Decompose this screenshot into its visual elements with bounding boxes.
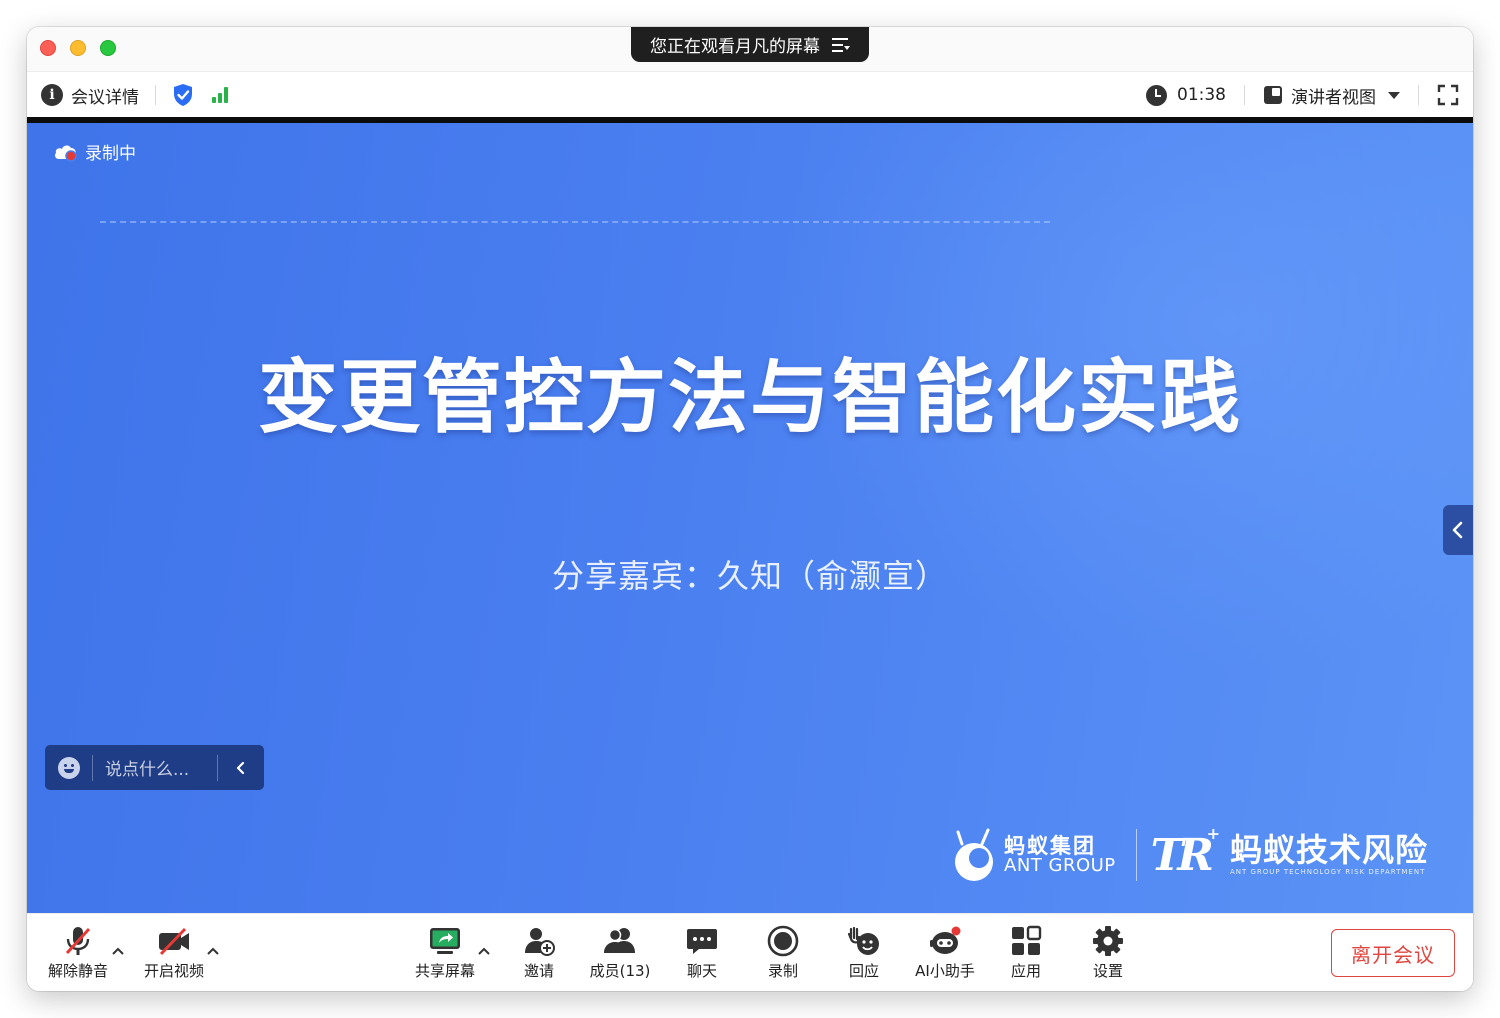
ai-assistant-button[interactable]: AI小助手	[911, 914, 979, 991]
members-label: 成员(13)	[589, 962, 651, 980]
chat-label: 聊天	[686, 962, 717, 980]
recording-label: 录制中	[85, 144, 136, 164]
emoji-icon[interactable]	[58, 756, 80, 779]
shared-screen-area: 录制中 变更管控方法与智能化实践 分享嘉宾：久知（俞灏宣） 说点什么... 蚂蚁…	[27, 117, 1473, 913]
react-button[interactable]: 回应	[839, 914, 889, 991]
close-window-button[interactable]	[40, 40, 56, 56]
recording-indicator[interactable]: 录制中	[53, 139, 136, 164]
unmute-label: 解除静音	[47, 962, 108, 980]
record-button[interactable]: 录制	[758, 914, 808, 991]
meeting-toolbar: 解除静音 开启视频 共享屏幕 邀请 成员(13) 聊天 录制 回应 AI小助手 …	[27, 913, 1473, 991]
invite-label: 邀请	[523, 962, 554, 980]
quick-chat-input[interactable]: 说点什么...	[45, 745, 264, 790]
settings-label: 设置	[1092, 962, 1123, 980]
share-screen-button[interactable]: 共享屏幕	[410, 914, 480, 991]
signal-strength-icon[interactable]	[212, 87, 228, 103]
viewing-share-banner[interactable]: 您正在观看月凡的屏幕	[631, 27, 869, 62]
share-screen-icon	[430, 928, 460, 954]
tech-risk-en-label: ANT GROUP TECHNOLOGY RISK DEPARTMENT	[1229, 867, 1426, 876]
divider	[155, 85, 156, 105]
layout-icon	[1264, 86, 1282, 104]
gear-icon	[1093, 926, 1123, 956]
chevron-down-icon	[1388, 91, 1400, 99]
unmute-button[interactable]: 解除静音	[45, 914, 111, 991]
share-banner-text: 您正在观看月凡的屏幕	[650, 37, 820, 57]
ai-assistant-label: AI小助手	[915, 962, 975, 980]
slide-logos: 蚂蚁集团 ANT GROUP TR + 蚂蚁技术风险 ANT GROUP TECH…	[952, 823, 1428, 887]
view-mode-dropdown[interactable]: 演讲者视图	[1263, 83, 1400, 108]
ai-robot-icon	[930, 926, 961, 954]
decorative-dashed-line	[100, 221, 1050, 223]
meeting-details-link[interactable]: 会议详情	[71, 83, 139, 108]
apps-button[interactable]: 应用	[1001, 914, 1051, 991]
meeting-timer: 01:38	[1177, 85, 1226, 105]
chevron-up-icon[interactable]	[477, 944, 491, 958]
start-video-label: 开启视频	[143, 962, 204, 980]
side-panel-toggle[interactable]	[1443, 505, 1473, 555]
members-button[interactable]: 成员(13)	[587, 914, 653, 991]
react-label: 回应	[848, 962, 879, 980]
chat-button[interactable]: 聊天	[677, 914, 727, 991]
zoom-window-button[interactable]	[100, 40, 116, 56]
view-mode-label: 演讲者视图	[1291, 87, 1376, 108]
tr-logo: TR +	[1150, 823, 1220, 881]
meeting-window: 您正在观看月凡的屏幕 i 会议详情 01:38 演讲者视图 录制中 变更管控方法…	[27, 27, 1473, 991]
leave-meeting-button[interactable]: 离开会议	[1331, 929, 1455, 977]
wave-hand-icon	[847, 926, 879, 955]
share-screen-label: 共享屏幕	[414, 962, 475, 980]
invite-button[interactable]: 邀请	[513, 914, 565, 991]
chevron-left-icon	[1452, 521, 1463, 539]
cloud-recording-icon	[55, 144, 77, 162]
slide-title: 变更管控方法与智能化实践	[258, 351, 1242, 444]
chevron-up-icon[interactable]	[206, 944, 220, 958]
fullscreen-icon[interactable]	[1437, 84, 1459, 106]
settings-button[interactable]: 设置	[1083, 914, 1133, 991]
divider	[1418, 85, 1419, 105]
chat-bubble-icon	[687, 929, 717, 954]
ant-group-logo-icon	[955, 828, 993, 881]
chat-placeholder[interactable]: 说点什么...	[105, 755, 205, 780]
record-label: 录制	[767, 962, 798, 980]
presentation-slide: 录制中 变更管控方法与智能化实践 分享嘉宾：久知（俞灏宣） 说点什么... 蚂蚁…	[27, 123, 1473, 913]
info-icon[interactable]: i	[41, 84, 63, 106]
add-user-icon	[525, 928, 555, 956]
start-video-button[interactable]: 开启视频	[141, 914, 207, 991]
clock-icon	[1146, 84, 1167, 106]
microphone-muted-icon	[65, 927, 91, 955]
chevron-up-icon[interactable]	[111, 944, 125, 958]
participants-icon	[604, 928, 635, 953]
menu-icon	[832, 37, 850, 52]
tech-risk-cn-label: 蚂蚁技术风险	[1229, 831, 1428, 870]
chevron-left-icon[interactable]	[232, 759, 250, 777]
shield-check-icon[interactable]	[172, 83, 194, 107]
camera-off-icon	[159, 927, 189, 956]
divider	[1244, 85, 1245, 105]
ant-group-cn-label: 蚂蚁集团	[1004, 833, 1096, 858]
meeting-info-bar: i 会议详情 01:38 演讲者视图	[27, 71, 1473, 117]
minimize-window-button[interactable]	[70, 40, 86, 56]
apps-label: 应用	[1010, 962, 1041, 980]
ant-group-en-label: ANT GROUP	[1004, 854, 1116, 876]
title-bar: 您正在观看月凡的屏幕	[27, 27, 1473, 71]
apps-grid-icon	[1012, 925, 1042, 955]
record-icon	[767, 925, 799, 957]
slide-subtitle: 分享嘉宾：久知（俞灏宣）	[551, 557, 948, 595]
